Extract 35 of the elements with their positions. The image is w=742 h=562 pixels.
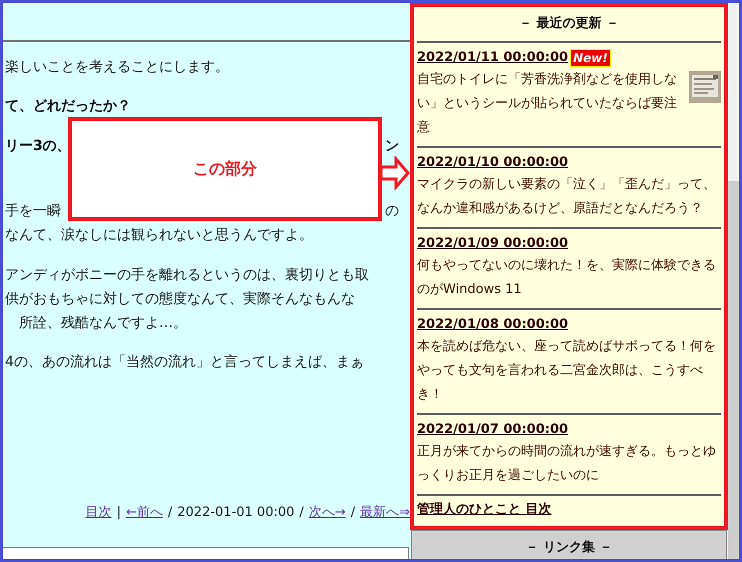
post-date: 2022-01-01 00:00	[177, 504, 294, 522]
panel-title: － 最近の更新 －	[518, 14, 620, 33]
paragraph-line: 楽しいことを考えることにします。	[5, 58, 229, 77]
paragraph-line: 4の、あの流れは「当然の流れ」と言ってしまえば、まぁ	[5, 353, 364, 372]
separator: /	[350, 504, 356, 522]
panel-title: － リンク集 －	[524, 538, 614, 556]
paragraph-line: の	[385, 202, 399, 221]
nav-link[interactable]: ←前へ	[126, 503, 163, 522]
update-summary: 何もやってないのに壊れた！を、実際に体験できるのがWindows 11	[417, 257, 717, 299]
paragraph-line: 手を一瞬	[5, 202, 61, 221]
index-link[interactable]: 管理人のひとこと 目次	[417, 496, 721, 524]
update-summary: 正月が来てからの時間の流れが速すぎる。もっとゆっくりお正月を過ごしたいのに	[417, 443, 717, 485]
paragraph-line: 供がおもちゃに対しての態度なんて、実際そんなもんな	[5, 290, 355, 309]
paragraph-line: アンディがボニーの手を離れるというのは、裏切りとも取	[5, 266, 369, 285]
heading-text: て、どれだったか？	[5, 97, 131, 116]
update-date-link[interactable]: 2022/01/11 00:00:00	[417, 48, 568, 68]
paragraph-line: 所詮、残酷なんですよ…。	[18, 314, 187, 333]
callout-label: この部分	[193, 158, 257, 180]
nav-link[interactable]: 次へ→	[308, 503, 346, 522]
update-date-link[interactable]: 2022/01/08 00:00:00	[417, 315, 568, 335]
update-summary: マイクラの新しい要素の「泣く」「歪んだ」って、なんか違和感があるけど、原語だとなんだろう？	[417, 176, 717, 218]
update-date-link[interactable]: 2022/01/07 00:00:00	[417, 420, 568, 440]
new-badge: New!	[570, 49, 611, 67]
heading-text: リー3の、	[5, 137, 71, 156]
paragraph-line: なんて、涙なしには観られないと思うんですよ。	[5, 226, 313, 245]
nav-link[interactable]: 目次	[86, 503, 112, 522]
separator: /	[299, 504, 304, 522]
heading-text: ン	[385, 137, 399, 156]
separator: |	[116, 504, 121, 522]
separator: /	[168, 504, 172, 522]
nav-link[interactable]: 最新へ⇒	[360, 503, 410, 522]
update-summary: 本を読めば危ない、座って読めばサボってる！何をやっても文句を言われる二宮金次郎は、こうすべき！	[417, 338, 717, 404]
update-summary: 自宅のトイレに「芳香洗浄剤などを使用しない」というシールが貼られていたならば要注意	[417, 71, 678, 137]
update-date-link[interactable]: 2022/01/10 00:00:00	[417, 153, 568, 173]
update-date-link[interactable]: 2022/01/09 00:00:00	[417, 234, 568, 254]
